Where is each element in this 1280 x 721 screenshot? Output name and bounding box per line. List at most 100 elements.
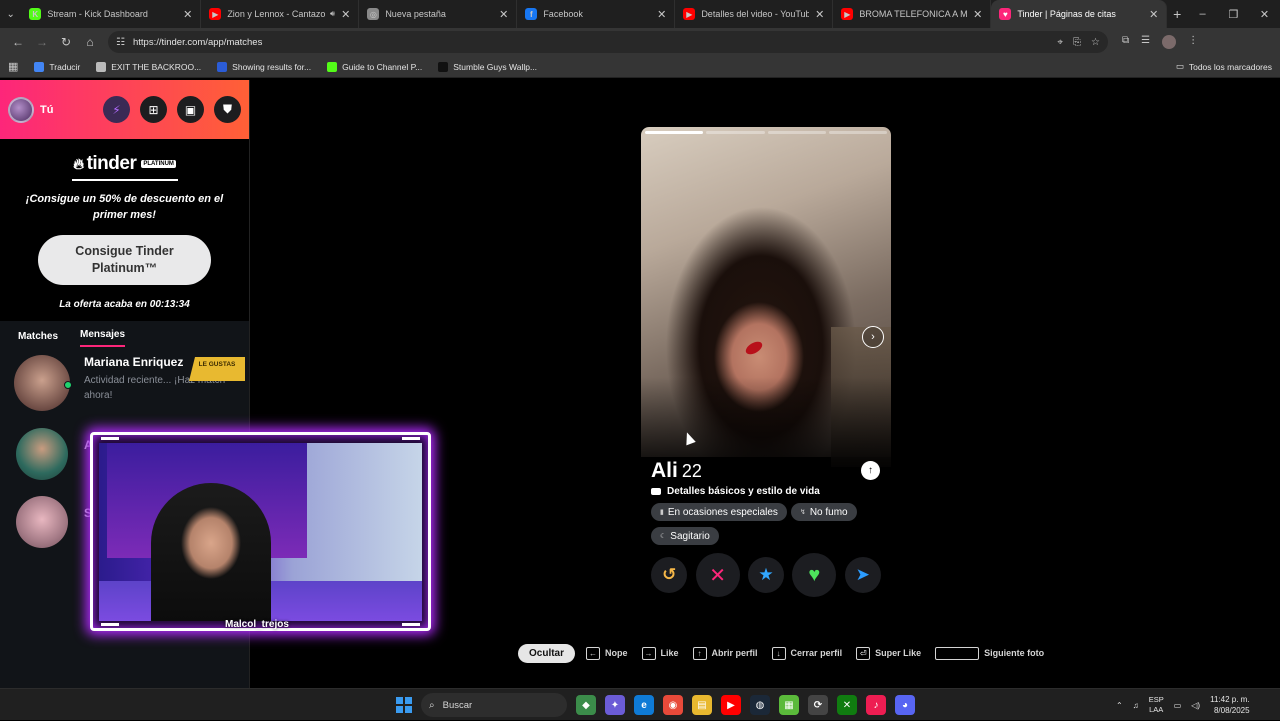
browser-tab[interactable]: ▶ Zion y Lennox - Cantazo ft. 🔊︎ ✕ (201, 0, 360, 28)
boost-button[interactable]: ➤ (844, 557, 881, 593)
taskbar-app-icon[interactable]: ▤ (692, 695, 712, 715)
new-tab-icon[interactable]: + (1167, 6, 1187, 22)
taskbar-app-icon[interactable]: ◍ (750, 695, 770, 715)
taskbar-search[interactable]: ⌕ Buscar (421, 693, 567, 717)
network-icon[interactable]: ▭ (1174, 701, 1182, 710)
bookmark-favicon-icon (34, 61, 45, 72)
reload-icon[interactable]: ↻ (54, 35, 78, 49)
swipe-actions: ↺ ✕ ★ ♥ ➤ (641, 553, 891, 597)
profile-card[interactable]: › Ali 22 ↑ Detalles básicos y estilo de v… (641, 127, 891, 600)
forward-icon[interactable]: → (30, 35, 54, 49)
browser-tab[interactable]: f Facebook ✕ (517, 0, 676, 28)
all-bookmarks-label: Todos los marcadores (1188, 61, 1272, 72)
get-platinum-button[interactable]: Consigue Tinder Platinum™ (38, 235, 211, 285)
bookmark-item[interactable]: EXIT THE BACKROO... (96, 61, 201, 72)
all-bookmarks-button[interactable]: ▭ Todos los marcadores (1176, 61, 1272, 72)
language-indicator[interactable]: ESP LAA (1149, 695, 1164, 715)
location-icon[interactable]: ⌖ (1057, 37, 1063, 48)
taskbar-app-icon[interactable]: ◉ (663, 695, 683, 715)
tab-search-icon[interactable]: ⌄ (0, 0, 21, 28)
you-label[interactable]: Tú (40, 104, 53, 116)
clock[interactable]: 11:42 p. m. 8/08/2025 (1210, 694, 1249, 716)
taskbar-app-icon[interactable]: ◕ (895, 695, 915, 715)
browser-tab[interactable]: ♥ Tinder | Páginas de citas ✕ (991, 0, 1168, 28)
nope-button[interactable]: ✕ (695, 553, 740, 597)
shield-icon[interactable]: ⛊ (214, 96, 241, 123)
hint-label: Super Like (875, 648, 922, 658)
photo-progress-segment (767, 131, 826, 134)
maximize-icon[interactable]: ❐ (1218, 8, 1249, 21)
tab-title: Facebook (543, 9, 583, 19)
bookmark-favicon-icon (96, 61, 107, 72)
extensions-icon[interactable]: ⧉ (1122, 35, 1129, 49)
browser-tab[interactable]: ▶ Detalles del video - YouTube St ✕ (675, 0, 834, 28)
avatar[interactable] (16, 428, 68, 480)
list-item[interactable]: Mariana Enriquez Actividad reciente... ¡… (0, 347, 249, 419)
briefcase-icon[interactable]: ▣ (177, 96, 204, 123)
platinum-tag: PLATINUM (141, 160, 176, 168)
taskbar-app-icon[interactable]: e (634, 695, 654, 715)
photo-progress-segment (828, 131, 887, 134)
offer-timer: La oferta acaba en 00:13:34 (59, 299, 190, 310)
bookmark-item[interactable]: Showing results for... (217, 61, 311, 72)
bookmark-item[interactable]: Stumble Guys Wallp... (438, 61, 537, 72)
logo-text: tinder (86, 153, 137, 174)
taskbar-app-icon[interactable]: ⟳ (808, 695, 828, 715)
install-app-icon[interactable]: ⎘ (1073, 37, 1081, 48)
streamer-figure (151, 483, 271, 621)
bookmark-star-icon[interactable]: ☆ (1091, 37, 1100, 48)
audio-playing-icon[interactable]: 🔊︎ (330, 9, 335, 19)
close-tab-icon[interactable]: ✕ (973, 8, 982, 21)
close-tab-icon[interactable]: ✕ (815, 8, 824, 21)
apps-grid-icon[interactable]: ▦ (8, 60, 18, 73)
rewind-button[interactable]: ↺ (651, 557, 688, 593)
taskbar-app-icon[interactable]: ◆ (576, 695, 596, 715)
hide-hints-button[interactable]: Ocultar (518, 643, 576, 663)
user-avatar[interactable] (8, 96, 34, 123)
close-tab-icon[interactable]: ✕ (499, 8, 508, 21)
open-profile-icon[interactable]: ↑ (861, 461, 880, 480)
volume-icon[interactable]: ◁) (1191, 701, 1200, 710)
close-tab-icon[interactable]: ✕ (657, 8, 666, 21)
close-window-icon[interactable]: ✕ (1249, 8, 1280, 21)
bookmark-item[interactable]: Guide to Channel P... (327, 61, 422, 72)
hint-close-profile: ↓ Cerrar perfil (771, 646, 842, 660)
taskbar-app-icon[interactable]: ✦ (605, 695, 625, 715)
windows-start-icon[interactable] (396, 697, 412, 713)
browser-tab[interactable]: ▶ BROMA TELEFONICA A MAMÁ ✕ (833, 0, 992, 28)
profile-avatar[interactable] (1162, 35, 1177, 49)
avatar (14, 355, 72, 411)
like-button[interactable]: ♥ (792, 553, 837, 597)
tab-messages[interactable]: Mensajes (80, 329, 126, 347)
avatar[interactable] (16, 496, 68, 548)
home-icon[interactable]: ⌂ (78, 35, 102, 49)
next-photo-icon[interactable]: › (862, 326, 884, 348)
chevron-up-icon[interactable]: ⌃ (1116, 701, 1123, 710)
back-icon[interactable]: ← (6, 35, 30, 49)
boost-icon[interactable]: ⚡ (103, 96, 130, 123)
space-key-icon (935, 646, 980, 660)
taskbar-app-icon[interactable]: ♪ (866, 695, 886, 715)
tab-favicon-icon: f (525, 8, 538, 20)
browser-menu-icon[interactable]: ⋮ (1188, 35, 1198, 49)
taskbar-app-icon[interactable]: ▦ (779, 695, 799, 715)
super-like-button[interactable]: ★ (747, 557, 784, 593)
hint-label: Nope (605, 648, 628, 658)
close-tab-icon[interactable]: ✕ (1149, 8, 1158, 21)
bookmark-item[interactable]: Traducir (34, 61, 80, 72)
site-info-icon[interactable]: ☷ (116, 37, 125, 48)
taskbar-app-icon[interactable]: ▶ (721, 695, 741, 715)
webcam-overlay: Malcol_trejos (90, 432, 431, 631)
tab-matches[interactable]: Matches (18, 331, 58, 347)
right-arrow-key-icon: → (641, 646, 656, 660)
microphone-icon[interactable]: ♫ (1133, 701, 1139, 710)
close-tab-icon[interactable]: ✕ (183, 8, 192, 21)
reading-list-icon[interactable]: ☰ (1141, 35, 1150, 49)
taskbar-app-icon[interactable]: ✕ (837, 695, 857, 715)
browser-tab[interactable]: K Stream - Kick Dashboard ✕ (21, 0, 202, 28)
explore-icon[interactable]: ⊞ (140, 96, 167, 123)
minimize-icon[interactable]: – (1187, 8, 1218, 21)
url-field[interactable]: ☷ https://tinder.com/app/matches ⌖ ⎘ ☆ (108, 31, 1108, 53)
close-tab-icon[interactable]: ✕ (341, 8, 350, 21)
browser-tab[interactable]: ◎ Nueva pestaña ✕ (359, 0, 518, 28)
